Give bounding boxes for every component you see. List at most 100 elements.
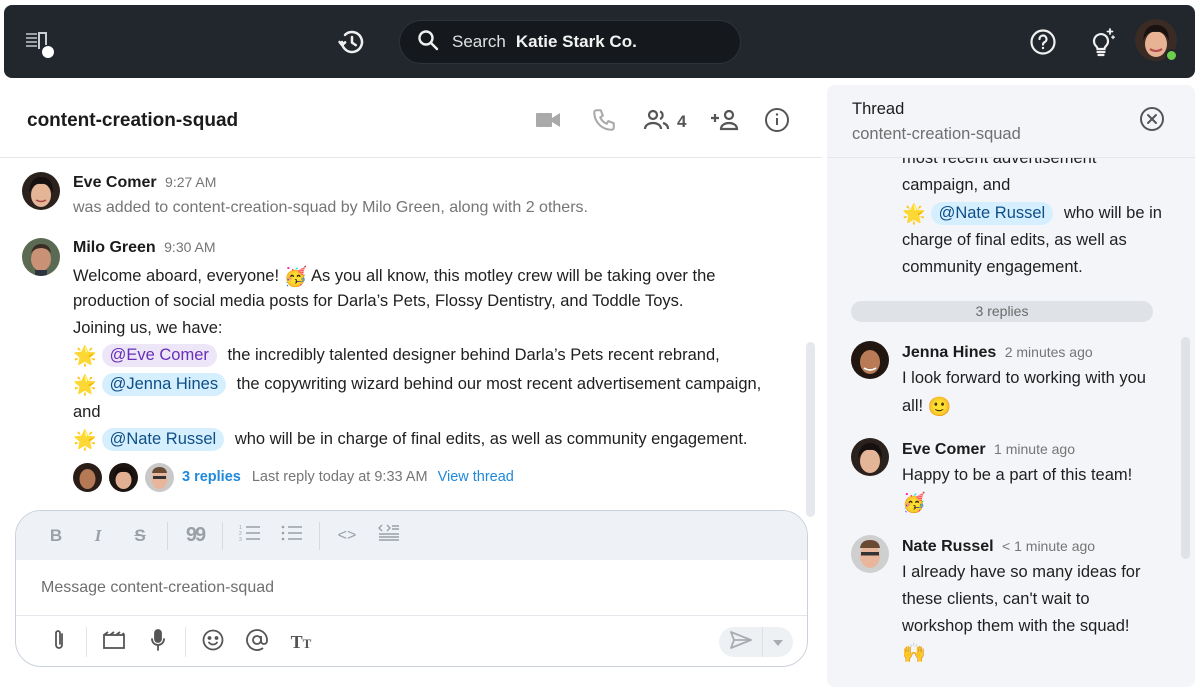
close-thread-button[interactable]: [1138, 106, 1166, 135]
view-thread-link[interactable]: View thread: [438, 469, 514, 485]
slightly-smiling-emoji-icon: 🙂: [927, 397, 952, 418]
bold-button[interactable]: B: [42, 522, 70, 550]
avatar-jenna-hines[interactable]: [851, 341, 889, 379]
code-block-button[interactable]: [375, 522, 403, 550]
numbered-list-icon: 123: [239, 524, 261, 547]
italic-button[interactable]: I: [84, 522, 112, 550]
message-line: Welcome aboard, everyone! 🥳 As you all k…: [73, 265, 715, 289]
thread-title: Thread: [852, 100, 905, 118]
emoji-button[interactable]: [198, 627, 228, 657]
bold-icon: B: [49, 525, 63, 545]
reply-time: 2 minutes ago: [1004, 344, 1093, 360]
phone-icon: [591, 107, 617, 138]
video-call-icon: [535, 109, 561, 136]
voice-message-button[interactable]: [143, 627, 173, 657]
svg-text:3: 3: [239, 537, 242, 542]
avatar-eve-comer[interactable]: [22, 172, 60, 210]
mention-nate-russel[interactable]: @Nate Russel: [101, 428, 225, 451]
author-name[interactable]: Jenna Hines: [902, 344, 996, 361]
caret-down-icon: [773, 633, 783, 651]
italic-icon: I: [94, 525, 102, 545]
reply-text: workshop them with the squad!: [902, 617, 1130, 635]
search-org-scope: Katie Stark Co.: [515, 32, 637, 51]
bulleted-list-icon: [281, 524, 303, 547]
mention-jenna-hines[interactable]: @Jenna Hines: [101, 373, 227, 396]
search-icon: [416, 28, 440, 57]
workspace-logo-icon[interactable]: [24, 27, 58, 61]
history-icon[interactable]: [335, 25, 369, 59]
message-text: who will be in charge of final edits, as…: [234, 430, 748, 448]
formatting-toolbar: B I S 99 123 <>: [16, 511, 807, 560]
whats-new-bulb-icon[interactable]: [1082, 23, 1120, 61]
bulleted-list-button[interactable]: [278, 522, 306, 550]
reply-text: Happy to be a part of this team!: [902, 466, 1133, 484]
strikethrough-icon: S: [134, 525, 146, 545]
message-text: who will be in: [1063, 204, 1162, 222]
star-emoji-icon: 🌟: [73, 375, 97, 396]
video-call-button[interactable]: [535, 109, 569, 136]
star-emoji-icon: 🌟: [73, 430, 97, 451]
smiley-icon: [201, 628, 225, 657]
mention-button[interactable]: [242, 627, 272, 657]
replies-count-link[interactable]: 3 replies: [182, 469, 241, 485]
messages-scrollbar[interactable]: [806, 342, 815, 517]
video-clip-button[interactable]: [99, 627, 129, 657]
star-emoji-icon: 🌟: [73, 346, 97, 367]
text-format-icon: TT: [290, 631, 312, 652]
avatar-nate-russel[interactable]: [851, 535, 889, 573]
action-divider: [86, 627, 87, 657]
message-line: Joining us, we have:: [73, 319, 223, 337]
avatar-eve-comer[interactable]: [851, 438, 889, 476]
message-input[interactable]: [16, 560, 807, 616]
message-line: and: [73, 403, 101, 421]
thread-panel: most recent advertisement Thread content…: [827, 85, 1195, 687]
last-reply-time: Last reply today at 9:33 AM: [251, 469, 428, 485]
author-name[interactable]: Eve Comer: [73, 174, 157, 191]
message-header: Milo Green 9:30 AM: [73, 239, 216, 257]
reply-text: I already have so many ideas for: [902, 563, 1141, 581]
send-options-dropdown[interactable]: [763, 627, 793, 657]
reply-text: all!: [902, 397, 924, 415]
message-text: the incredibly talented designer behind …: [227, 346, 720, 364]
action-divider: [185, 627, 186, 657]
attach-button[interactable]: [44, 627, 74, 657]
message-header: Eve Comer 9:27 AM: [73, 174, 216, 192]
top-bar: Search Katie Stark Co.: [4, 5, 1195, 78]
partying-face-emoji-icon: 🥳: [283, 267, 308, 288]
avatar-milo-green[interactable]: [22, 238, 60, 276]
composer-actions: TT: [16, 617, 807, 666]
members-button[interactable]: 4: [643, 108, 686, 137]
paperclip-icon: [51, 628, 67, 657]
phone-call-button[interactable]: [591, 107, 621, 138]
quote-icon: 99: [185, 524, 206, 546]
author-name[interactable]: Nate Russel: [902, 538, 994, 555]
text-format-button[interactable]: TT: [286, 627, 316, 657]
author-name[interactable]: Eve Comer: [902, 441, 986, 458]
send-button[interactable]: [719, 627, 763, 657]
reply-avatar-nate-russel: [145, 462, 174, 492]
help-icon[interactable]: [1026, 25, 1060, 59]
system-message-text: was added to content-creation-squad by M…: [73, 199, 588, 216]
code-button[interactable]: <>: [333, 522, 361, 550]
channel-info-button[interactable]: [764, 107, 790, 138]
search-bar[interactable]: Search Katie Stark Co.: [399, 20, 741, 64]
reply-text: I look forward to working with you: [902, 369, 1146, 387]
mention-nate-russel[interactable]: @Nate Russel: [930, 202, 1054, 225]
strikethrough-button[interactable]: S: [126, 522, 154, 550]
raising-hands-emoji-icon: 🙌: [902, 643, 926, 664]
reply-avatar-eve-comer: [109, 462, 138, 492]
quote-button[interactable]: 99: [181, 522, 209, 550]
numbered-list-button[interactable]: 123: [236, 522, 264, 550]
add-member-button[interactable]: [710, 108, 740, 137]
reply-emoji-line: 🙌: [902, 641, 926, 665]
message-bullet: 🌟 @Nate Russel who will be in charge of …: [73, 428, 748, 452]
thread-scrollbar[interactable]: [1181, 337, 1190, 559]
reply-text-line: all! 🙂: [902, 395, 951, 419]
search-label: Search: [452, 32, 506, 51]
author-name[interactable]: Milo Green: [73, 239, 156, 256]
reply-time: 1 minute ago: [994, 441, 1075, 457]
message-time: 9:30 AM: [164, 239, 216, 255]
thread-parent-line: charge of final edits, as well as: [902, 231, 1127, 249]
mention-eve-comer[interactable]: @Eve Comer: [101, 344, 217, 367]
message-text: As you all know, this motley crew will b…: [311, 267, 716, 285]
